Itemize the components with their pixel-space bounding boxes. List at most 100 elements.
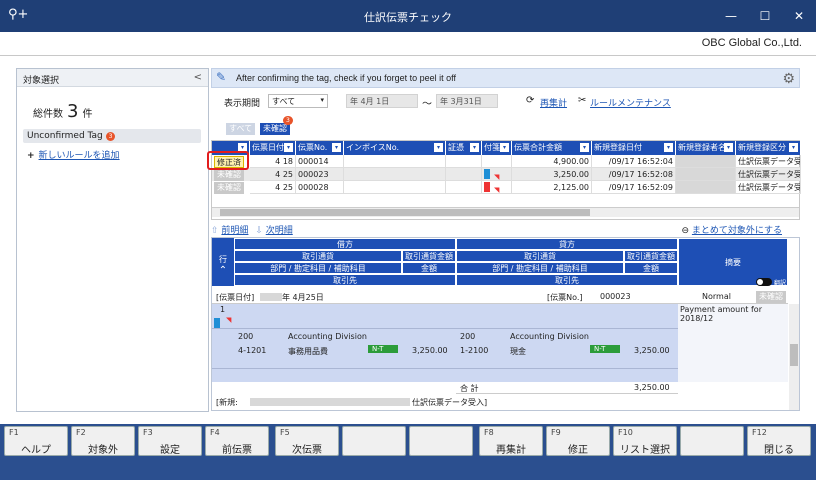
- col-reg-type[interactable]: 新規登録区分 ▾: [736, 141, 801, 155]
- col-slip-no[interactable]: 伝票No. ▾: [296, 141, 344, 155]
- summary-header: 摘要: [678, 238, 788, 286]
- status-badge: 未確認: [214, 182, 244, 194]
- function-key-bar: F1 ヘルプ F2 対象外 F3 設定 F4 前伝票 F5 次伝票 F8 再集計 F9 修正 …: [0, 424, 816, 456]
- period-select[interactable]: すべて ▾: [268, 94, 328, 108]
- slip-no-cell: 000014: [296, 155, 344, 168]
- f3-settings-button[interactable]: F3 設定: [138, 426, 202, 456]
- collapse-button[interactable]: <: [194, 72, 202, 83]
- slip-no-cell: 000028: [296, 181, 344, 194]
- range-tilde: ～: [422, 99, 432, 110]
- prev-detail-link[interactable]: 前明細: [221, 226, 248, 236]
- f4-prev-slip-button[interactable]: F4 前伝票: [205, 426, 269, 456]
- invoice-cell: [344, 168, 446, 181]
- tag-item-unconfirmed[interactable]: Unconfirmed Tag 3: [23, 129, 201, 143]
- exclude-all-link[interactable]: ⊖ まとめて対象外にする: [681, 223, 782, 236]
- slip-no-cell: 000023: [296, 168, 344, 181]
- table-row[interactable]: 未確認 4 25 000023 ◥ 3,250.00 /09/17 16:52:…: [212, 168, 801, 181]
- slip-date-cell: 4 18: [250, 155, 296, 168]
- f10-list-select-button[interactable]: F10 リスト選択: [613, 426, 677, 456]
- detail-nav: ⇧ 前明細 ⇩ 次明細 ⊖ まとめて対象外にする: [211, 223, 800, 237]
- count-value: 3: [67, 101, 79, 122]
- chip-badge: 3: [283, 116, 293, 125]
- f1-help-button[interactable]: F1 ヘルプ: [4, 426, 68, 456]
- slip-grid: ▾ 伝票日付 ▾ 伝票No. ▾ インボイスNo. ▾ 証憑 ▾ 付箋 ▾ 伝票合計金額 ▾…: [211, 140, 801, 220]
- f6-button[interactable]: [342, 426, 406, 456]
- reg-type-cell: 仕訳伝票データ受入: [736, 155, 801, 168]
- table-row[interactable]: 未確認 4 25 000028 ◥ 2,125.00 /09/17 16:52:…: [212, 181, 801, 194]
- info-message: After confirming the tag, check if you f…: [236, 73, 456, 83]
- col-total[interactable]: 伝票合計金額 ▾: [512, 141, 592, 155]
- table-row[interactable]: 修正済 4 18 000014 4,900.00 /09/17 16:52:04…: [212, 155, 801, 168]
- add-rule-label: 新しいルールを追加: [38, 151, 120, 161]
- maximize-button[interactable]: ☐: [750, 6, 780, 26]
- reg-date-cell: /09/17 16:52:08: [592, 168, 676, 181]
- col-reg-date[interactable]: 新規登録日付 ▾: [592, 141, 676, 155]
- f7-button[interactable]: [409, 426, 473, 456]
- status-bar: [0, 458, 816, 480]
- translate-toggle[interactable]: [756, 278, 772, 286]
- f11-button[interactable]: [680, 426, 744, 456]
- date-to-field[interactable]: 年 3月31日: [436, 94, 498, 108]
- period-label: 表示期間: [224, 99, 261, 109]
- slip-date-cell: 4 25: [250, 181, 296, 194]
- col-slip-date[interactable]: 伝票日付 ▾: [250, 141, 296, 155]
- f12-close-button[interactable]: F12 閉じる: [747, 426, 811, 456]
- gear-icon[interactable]: ⚙: [782, 70, 795, 87]
- col-sticky[interactable]: 付箋 ▾: [482, 141, 512, 155]
- arrow-up-icon: ⇧: [211, 226, 219, 236]
- reg-date-cell: /09/17 16:52:04: [592, 155, 676, 168]
- status-badge: 未確認: [214, 169, 244, 181]
- journal-detail: 行 ⌃ 借方 貸方 摘要 取引通貨 取引通貨金額 取引通貨 取引通貨金額 部門 /…: [211, 237, 800, 411]
- invoice-cell: [344, 181, 446, 194]
- target-selection-panel: 対象選択 < 総件数 3 件 Unconfirmed Tag 3 + 新しいルールを追…: [16, 68, 209, 412]
- debit-header: 借方: [234, 238, 456, 250]
- company-name: OBC Global Co.,Ltd.: [701, 37, 802, 49]
- registration-row: [新規: 仕訳伝票データ受入]: [212, 396, 788, 408]
- toggle-label: 翻訳: [774, 280, 787, 287]
- rule-maintenance-link[interactable]: ルールメンテナンス: [590, 96, 671, 109]
- slip-date-cell: 4 25: [250, 168, 296, 181]
- credit-currency-amount: 取引通貨金額: [624, 250, 678, 262]
- debit-amount-header: 金額: [402, 262, 456, 274]
- recalc-link[interactable]: 再集計: [540, 96, 567, 109]
- minus-circle-icon: ⊖: [681, 226, 690, 236]
- window-title: 仕訳伝票チェック: [364, 11, 452, 24]
- date-from-field[interactable]: 年 4月 1日: [346, 94, 418, 108]
- chip-all[interactable]: すべて: [226, 123, 256, 135]
- evidence-cell: [446, 155, 482, 168]
- col-evidence[interactable]: 証憑 ▾: [446, 141, 482, 155]
- col-reg-user[interactable]: 新規登録者名 ▾: [676, 141, 736, 155]
- minimize-button[interactable]: —: [716, 6, 746, 26]
- col-invoice-no[interactable]: インボイスNo. ▾: [344, 141, 446, 155]
- f8-recalc-button[interactable]: F8 再集計: [479, 426, 543, 456]
- total-cell: 4,900.00: [512, 155, 592, 168]
- sticky-cell: ◥: [482, 168, 512, 181]
- next-detail-link[interactable]: 次明細: [266, 226, 293, 236]
- close-button[interactable]: ✕: [784, 6, 814, 26]
- debit-dept-account: 部門 / 勘定科目 / 補助科目: [234, 262, 402, 274]
- total-count: 総件数 3 件: [33, 101, 92, 122]
- journal-line[interactable]: 1 ◥ 200 Accounting Division 4-1201 事務用品費…: [212, 304, 788, 382]
- f2-exclude-button[interactable]: F2 対象外: [71, 426, 135, 456]
- credit-amount-header: 金額: [624, 262, 678, 274]
- summary-text: Payment amount for 2018/12: [680, 305, 762, 323]
- slip-header-row: [伝票日付] 年 4月25日 [伝票No.] 000023 Normal 未確認: [212, 291, 788, 304]
- add-rule-link[interactable]: + 新しいルールを追加: [27, 148, 120, 161]
- row-header: 行 ⌃: [212, 238, 234, 286]
- credit-dept-account: 部門 / 勘定科目 / 補助科目: [456, 262, 624, 274]
- sticky-cell: ◥: [482, 181, 512, 194]
- credit-partner: 取引先: [456, 274, 678, 286]
- horizontal-scrollbar[interactable]: [212, 207, 799, 217]
- reg-user-cell: [676, 168, 736, 181]
- vertical-scrollbar[interactable]: [789, 304, 799, 410]
- f9-edit-button[interactable]: F9 修正: [546, 426, 610, 456]
- refresh-icon: ⟳: [526, 95, 535, 106]
- chevron-down-icon: ▾: [320, 96, 324, 104]
- debit-partner: 取引先: [234, 274, 456, 286]
- f5-next-slip-button[interactable]: F5 次伝票: [275, 426, 339, 456]
- debit-currency-amount: 取引通貨金額: [402, 250, 456, 262]
- info-bar: ✎ After confirming the tag, check if you…: [211, 68, 800, 88]
- scroll-thumb[interactable]: [220, 209, 590, 216]
- tag-label: Unconfirmed Tag: [27, 131, 103, 141]
- credit-tax-badge: N-T: [590, 345, 620, 353]
